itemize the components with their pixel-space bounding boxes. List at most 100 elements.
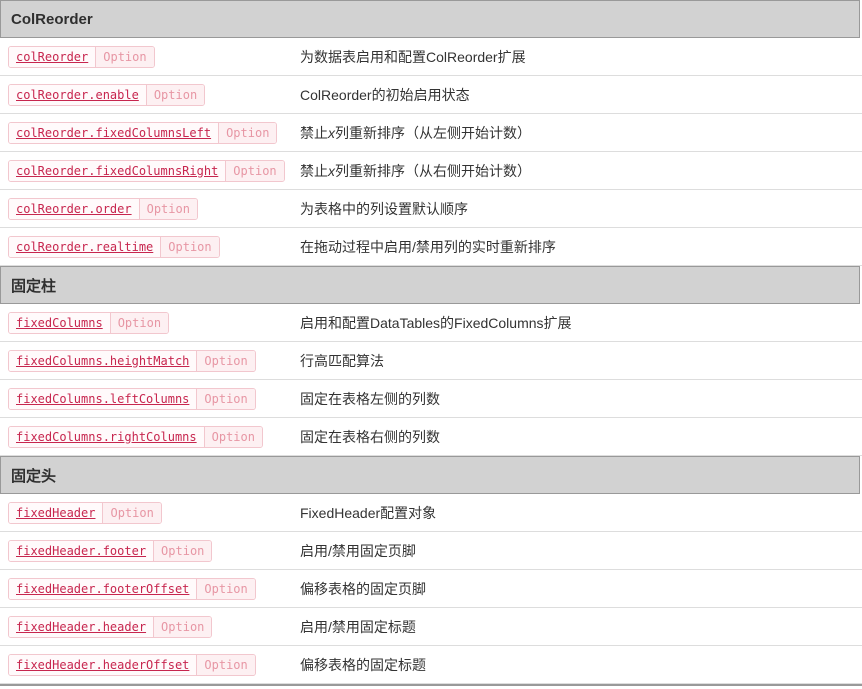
table-bottom-border [0, 684, 862, 686]
option-row: fixedColumns.heightMatch Option 行高匹配算法 [0, 342, 862, 380]
option-link[interactable]: fixedHeader.footer [9, 540, 154, 561]
option-code-cell: fixedHeader Option [8, 501, 300, 524]
option-code-cell: colReorder.fixedColumnsRight Option [8, 159, 300, 182]
description-variable: x [328, 162, 335, 179]
option-link[interactable]: colReorder [9, 46, 96, 67]
option-link[interactable]: fixedHeader.header [9, 616, 154, 637]
description-text: 禁止 [300, 124, 328, 141]
option-row: fixedColumns Option 启用和配置DataTables的FixedC… [0, 304, 862, 342]
option-link[interactable]: fixedHeader [9, 502, 103, 523]
option-link[interactable]: fixedHeader.footerOffset [9, 578, 197, 599]
option-type-label: Option [196, 350, 255, 371]
option-link[interactable]: fixedColumns.rightColumns [9, 426, 204, 447]
option-description: 启用/禁用固定页脚 [300, 541, 416, 561]
option-code-cell: fixedHeader.footerOffset Option [8, 577, 300, 600]
option-row: colReorder.realtime Option 在拖动过程中启用/禁用列的实时… [0, 228, 862, 266]
option-link[interactable]: fixedColumns [9, 312, 110, 333]
description-text: FixedHeader配置对象 [300, 504, 437, 521]
option-badge: fixedHeader.footer Option [8, 539, 213, 562]
option-type-label: Option [225, 160, 284, 181]
option-type-label: Option [138, 198, 197, 219]
option-badge: fixedColumns.leftColumns Option [8, 387, 256, 410]
option-badge: colReorder.enable Option [8, 83, 206, 106]
option-code-cell: fixedColumns.leftColumns Option [8, 387, 300, 410]
option-row: fixedHeader Option FixedHeader配置对象 [0, 494, 862, 532]
option-type-label: Option [95, 46, 154, 67]
option-type-label: Option [153, 540, 212, 561]
option-link[interactable]: colReorder.enable [9, 84, 146, 105]
option-code-cell: colReorder.order Option [8, 197, 300, 220]
description-text: 偏移表格的固定页脚 [300, 580, 426, 597]
option-row: colReorder.enable Option ColReorder的初始启用状态 [0, 76, 862, 114]
option-type-label: Option [218, 122, 277, 143]
option-badge: colReorder.fixedColumnsRight Option [8, 159, 285, 182]
section-header-0: ColReorder [0, 0, 860, 38]
option-type-label: Option [109, 312, 169, 333]
option-type-label: Option [153, 616, 212, 637]
option-description: 偏移表格的固定页脚 [300, 579, 426, 599]
option-code-cell: colReorder.fixedColumnsLeft Option [8, 121, 300, 144]
option-row: fixedHeader.footerOffset Option 偏移表格的固定页脚 [0, 570, 862, 608]
option-link[interactable]: colReorder.fixedColumnsRight [9, 160, 226, 181]
option-type-label: Option [196, 388, 255, 409]
option-description: 禁止x列重新排序（从右侧开始计数） [300, 161, 531, 181]
option-badge: fixedHeader.headerOffset Option [8, 653, 256, 676]
option-description: 行高匹配算法 [300, 351, 384, 371]
option-link[interactable]: fixedColumns.heightMatch [9, 350, 197, 371]
option-code-cell: fixedColumns Option [8, 311, 300, 334]
option-badge: colReorder.order Option [8, 197, 198, 220]
description-text: 固定在表格右侧的列数 [300, 428, 440, 445]
section-title: 固定头 [11, 467, 57, 485]
description-text: 为表格中的列设置默认顺序 [300, 200, 468, 217]
description-text: 行高匹配算法 [300, 352, 384, 369]
option-description: 启用/禁用固定标题 [300, 617, 416, 637]
option-code-cell: fixedColumns.rightColumns Option [8, 425, 300, 448]
option-description: FixedHeader配置对象 [300, 503, 436, 523]
section-header-2: 固定头 [0, 456, 860, 494]
option-row: colReorder.order Option 为表格中的列设置默认顺序 [0, 190, 862, 228]
option-description: 为表格中的列设置默认顺序 [300, 199, 468, 219]
option-type-label: Option [160, 236, 219, 257]
description-text: 启用/禁用固定页脚 [300, 542, 416, 559]
option-code-cell: fixedHeader.footer Option [8, 539, 300, 562]
option-type-label: Option [145, 84, 205, 105]
option-type-label: Option [203, 426, 262, 447]
description-text: ColReorder的初始启用状态 [300, 86, 470, 103]
description-text: 启用和配置DataTables的FixedColumns扩展 [300, 314, 572, 331]
option-description: 固定在表格左侧的列数 [300, 389, 440, 409]
description-text: 禁止 [300, 162, 328, 179]
option-link[interactable]: colReorder.order [9, 198, 139, 219]
option-type-label: Option [196, 654, 255, 675]
description-text: 列重新排序（从右侧开始计数） [335, 162, 531, 179]
option-code-cell: colReorder Option [8, 45, 300, 68]
option-description: 禁止x列重新排序（从左侧开始计数） [300, 123, 531, 143]
option-row: fixedColumns.rightColumns Option 固定在表格右侧的列… [0, 418, 862, 456]
option-description: 启用和配置DataTables的FixedColumns扩展 [300, 313, 572, 333]
option-link[interactable]: colReorder.fixedColumnsLeft [9, 122, 219, 143]
option-code-cell: colReorder.enable Option [8, 83, 300, 106]
option-row: fixedHeader.header Option 启用/禁用固定标题 [0, 608, 862, 646]
option-row: colReorder.fixedColumnsLeft Option 禁止x列重新排… [0, 114, 862, 152]
option-description: 固定在表格右侧的列数 [300, 427, 440, 447]
option-badge: colReorder.realtime Option [8, 235, 220, 258]
option-link[interactable]: fixedHeader.headerOffset [9, 654, 197, 675]
option-description: 为数据表启用和配置ColReorder扩展 [300, 47, 526, 67]
option-code-cell: fixedColumns.heightMatch Option [8, 349, 300, 372]
description-text: 固定在表格左侧的列数 [300, 390, 440, 407]
option-badge: fixedColumns Option [8, 311, 170, 334]
option-description: 在拖动过程中启用/禁用列的实时重新排序 [300, 237, 556, 257]
options-reference-table: ColReorder colReorder Option 为数据表启用和配置ColRe… [0, 0, 862, 686]
option-link[interactable]: colReorder.realtime [9, 236, 161, 257]
section-header-1: 固定柱 [0, 266, 860, 304]
description-text: 为数据表启用和配置ColReorder扩展 [300, 48, 526, 65]
option-description: ColReorder的初始启用状态 [300, 85, 470, 105]
option-type-label: Option [102, 502, 161, 523]
option-row: colReorder Option 为数据表启用和配置ColReorder扩展 [0, 38, 862, 76]
option-link[interactable]: fixedColumns.leftColumns [9, 388, 197, 409]
option-badge: fixedColumns.rightColumns Option [8, 425, 263, 448]
option-badge: fixedHeader.footerOffset Option [8, 577, 256, 600]
option-code-cell: colReorder.realtime Option [8, 235, 300, 258]
option-code-cell: fixedHeader.headerOffset Option [8, 653, 300, 676]
option-badge: colReorder Option [8, 45, 155, 68]
option-code-cell: fixedHeader.header Option [8, 615, 300, 638]
